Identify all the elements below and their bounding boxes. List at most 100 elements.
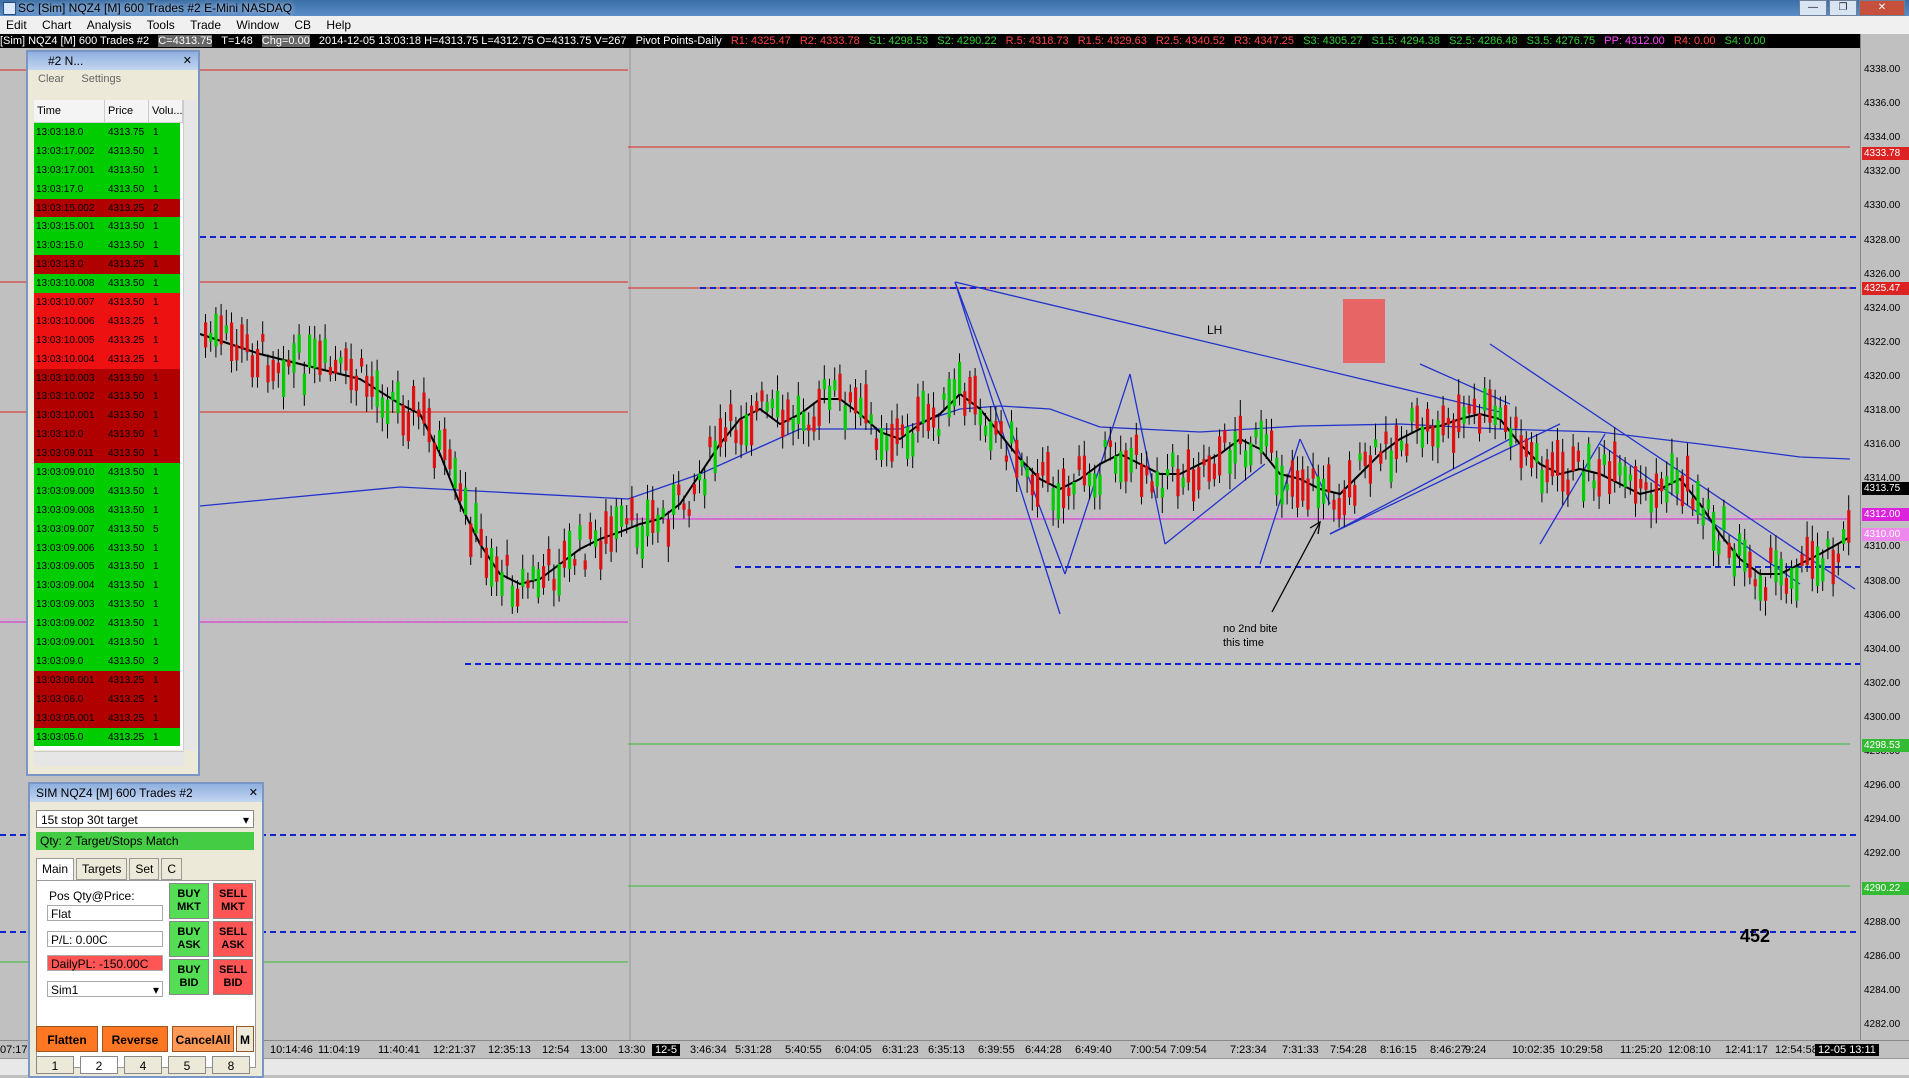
close-button[interactable]: ✕ (1859, 0, 1905, 16)
menu-cb[interactable]: CB (288, 16, 317, 34)
time-axis[interactable]: 07:17 10:14:46 11:04:19 11:40:41 12:21:37 12:… (0, 1040, 1909, 1059)
time-sales-row[interactable]: 13:03:09.004 4313.50 1 (34, 576, 184, 596)
account-value: Sim1 (51, 983, 79, 997)
time-sales-row[interactable]: 13:03:05.001 4313.25 1 (34, 708, 184, 728)
time-sales-row[interactable]: 13:03:18.0 4313.75 1 (34, 123, 184, 142)
buy-ask-button[interactable]: BUY ASK (169, 921, 209, 957)
col-volume[interactable]: Volu... (149, 100, 183, 122)
candle-body (1249, 443, 1253, 466)
time-sales-row[interactable]: 13:03:13.0 4313.25 1 (34, 255, 184, 275)
time-sales-row[interactable]: 13:03:09.007 4313.50 5 (34, 519, 184, 539)
menu-edit[interactable]: Edit (0, 16, 33, 34)
qty-button-2[interactable]: 2 (80, 1056, 118, 1074)
cancel-all-button[interactable]: CancelAll (172, 1026, 234, 1052)
candle-body (313, 338, 317, 369)
trade-window-titlebar[interactable]: SIM NQZ4 [M] 600 Trades #2 ✕ (30, 784, 262, 802)
chart-canvas[interactable]: LH no 2nd bite this time 452 (0, 34, 1860, 1040)
menu-help[interactable]: Help (320, 16, 357, 34)
time-sales-row[interactable]: 13:03:09.011 4313.50 1 (34, 444, 184, 464)
minimize-button[interactable]: — (1799, 0, 1827, 16)
horizontal-scrollbar[interactable] (34, 751, 184, 766)
time-sales-row[interactable]: 13:03:09.003 4313.50 1 (34, 595, 184, 615)
time-sales-table[interactable]: Time Price Volu... 13:03:18.0 4313.75 1 13:… (34, 100, 184, 750)
clear-button[interactable]: Clear (38, 73, 64, 85)
time-sales-row[interactable]: 13:03:09.002 4313.50 1 (34, 614, 184, 634)
time-sales-row[interactable]: 13:03:09.009 4313.50 1 (34, 481, 184, 501)
candle-body (1223, 430, 1227, 443)
col-price[interactable]: Price (105, 100, 149, 122)
time-sales-row[interactable]: 13:03:06.0 4313.25 1 (34, 689, 184, 709)
time-sales-row[interactable]: 13:03:09.0 4313.50 3 (34, 651, 184, 671)
time-sales-titlebar[interactable]: #2 N... ✕ (28, 52, 198, 70)
candle-body (1602, 454, 1606, 465)
price-label: 4288.00 (1864, 916, 1901, 928)
candle-body (1332, 499, 1336, 510)
candle-body (755, 401, 759, 413)
menu-chart[interactable]: Chart (36, 16, 77, 34)
close-icon[interactable]: ✕ (249, 784, 258, 802)
time-sales-row[interactable]: 13:03:10.0 4313.50 1 (34, 425, 184, 445)
price-label: 4320.00 (1864, 370, 1901, 382)
sell-bid-button[interactable]: SELL BID (213, 959, 253, 995)
time-sales-row[interactable]: 13:03:10.006 4313.25 1 (34, 311, 184, 331)
account-select[interactable]: Sim1 ▾ (47, 981, 163, 997)
chevron-down-icon[interactable]: ▾ (153, 982, 159, 998)
tab-targets[interactable]: Targets (76, 858, 128, 880)
candle-body (1306, 478, 1310, 510)
price-chart[interactable]: LH no 2nd bite this time 452 (0, 34, 1860, 1040)
close-icon[interactable]: ✕ (183, 52, 192, 70)
time-sales-row[interactable]: 13:03:06.001 4313.25 1 (34, 670, 184, 690)
maximize-button[interactable]: ❐ (1829, 0, 1857, 16)
tab-set[interactable]: Set (129, 858, 160, 880)
qty-button-5[interactable]: 5 (168, 1056, 206, 1074)
tab-main[interactable]: Main (36, 858, 75, 880)
time-sales-row[interactable]: 13:03:10.003 4313.50 1 (34, 368, 184, 388)
time-sales-row[interactable]: 13:03:15.002 4313.25 2 (34, 198, 184, 218)
price-label: 4318.00 (1864, 405, 1901, 416)
time-sales-row[interactable]: 13:03:10.008 4313.50 1 (34, 274, 184, 294)
time-sales-row[interactable]: 13:03:10.004 4313.25 1 (34, 349, 184, 369)
time-sales-row[interactable]: 13:03:10.007 4313.50 1 (34, 293, 184, 312)
time-sales-row[interactable]: 13:03:17.001 4313.50 1 (34, 160, 184, 180)
time-sales-row[interactable]: 13:03:15.001 4313.50 1 (34, 217, 184, 237)
time-sales-row[interactable]: 13:03:10.001 4313.50 1 (34, 406, 184, 426)
time-sales-row[interactable]: 13:03:09.006 4313.50 1 (34, 538, 184, 558)
qty-button-1[interactable]: 1 (36, 1056, 74, 1074)
menu-trade[interactable]: Trade (184, 16, 227, 34)
time-sales-row[interactable]: 13:03:17.0 4313.50 1 (34, 179, 184, 199)
buy-mkt-button[interactable]: BUY MKT (169, 883, 209, 919)
chevron-down-icon[interactable]: ▾ (243, 811, 249, 829)
menu-window[interactable]: Window (230, 16, 285, 34)
time-sales-row[interactable]: 13:03:09.005 4313.50 1 (34, 557, 184, 577)
buy-bid-button[interactable]: BUY BID (169, 959, 209, 995)
sell-ask-button[interactable]: SELL ASK (213, 921, 253, 957)
time-sales-row[interactable]: 13:03:17.002 4313.50 1 (34, 141, 184, 161)
time-sales-row[interactable]: 13:03:05.0 4313.25 1 (34, 727, 184, 747)
reverse-button[interactable]: Reverse (102, 1026, 168, 1052)
time-sales-row[interactable]: 13:03:10.005 4313.25 1 (34, 330, 184, 350)
candle-body (1514, 416, 1518, 429)
flatten-button[interactable]: Flatten (36, 1026, 98, 1052)
time-sales-row[interactable]: 13:03:09.001 4313.50 1 (34, 633, 184, 652)
candle-body (692, 484, 696, 495)
tab-c[interactable]: C (161, 858, 183, 880)
menu-tools[interactable]: Tools (141, 16, 181, 34)
time-sales-row[interactable]: 13:03:15.0 4313.50 1 (34, 236, 184, 256)
qty-button-8[interactable]: 8 (212, 1056, 250, 1074)
candle-body (1472, 398, 1476, 414)
time-sales-row[interactable]: 13:03:09.010 4313.50 1 (34, 463, 184, 482)
col-time[interactable]: Time (34, 100, 105, 122)
candle-body (510, 585, 514, 608)
menu-analysis[interactable]: Analysis (81, 16, 138, 34)
qty-button-4[interactable]: 4 (124, 1056, 162, 1074)
strategy-select[interactable]: 15t stop 30t target ▾ (36, 810, 254, 828)
time-sales-row[interactable]: 13:03:10.002 4313.50 1 (34, 387, 184, 407)
m-button[interactable]: M (236, 1026, 254, 1052)
settings-button[interactable]: Settings (81, 73, 121, 85)
price-scale[interactable]: 4338.00 4336.00 4334.00 4332.00 4330.00 4328.… (1860, 34, 1909, 1040)
time-sales-row[interactable]: 13:03:09.008 4313.50 1 (34, 500, 184, 520)
sell-mkt-button[interactable]: SELL MKT (213, 883, 253, 919)
vertical-scrollbar[interactable] (183, 100, 196, 750)
price-tag: 4333.78 (1862, 147, 1909, 160)
candle-body (552, 578, 556, 591)
